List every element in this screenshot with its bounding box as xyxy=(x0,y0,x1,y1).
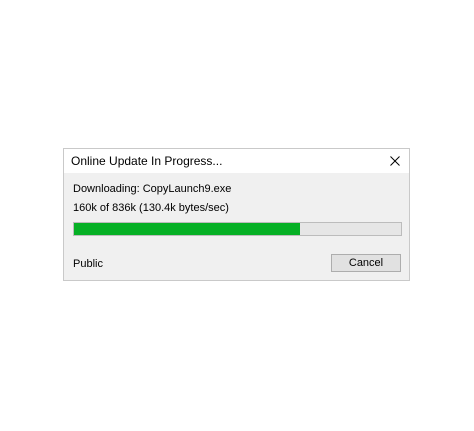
edition-label: Public xyxy=(73,258,103,270)
progress-bar xyxy=(73,222,402,236)
close-x-icon xyxy=(390,156,400,166)
update-progress-dialog: Online Update In Progress... Downloading… xyxy=(63,148,410,281)
window-title: Online Update In Progress... xyxy=(71,154,223,168)
cancel-button[interactable]: Cancel xyxy=(331,254,401,272)
transfer-progress-label: 160k of 836k (130.4k bytes/sec) xyxy=(73,202,229,214)
title-bar[interactable]: Online Update In Progress... xyxy=(64,149,409,173)
progress-bar-fill xyxy=(74,223,300,235)
close-button[interactable] xyxy=(381,149,409,173)
downloading-file-label: Downloading: CopyLaunch9.exe xyxy=(73,183,232,195)
